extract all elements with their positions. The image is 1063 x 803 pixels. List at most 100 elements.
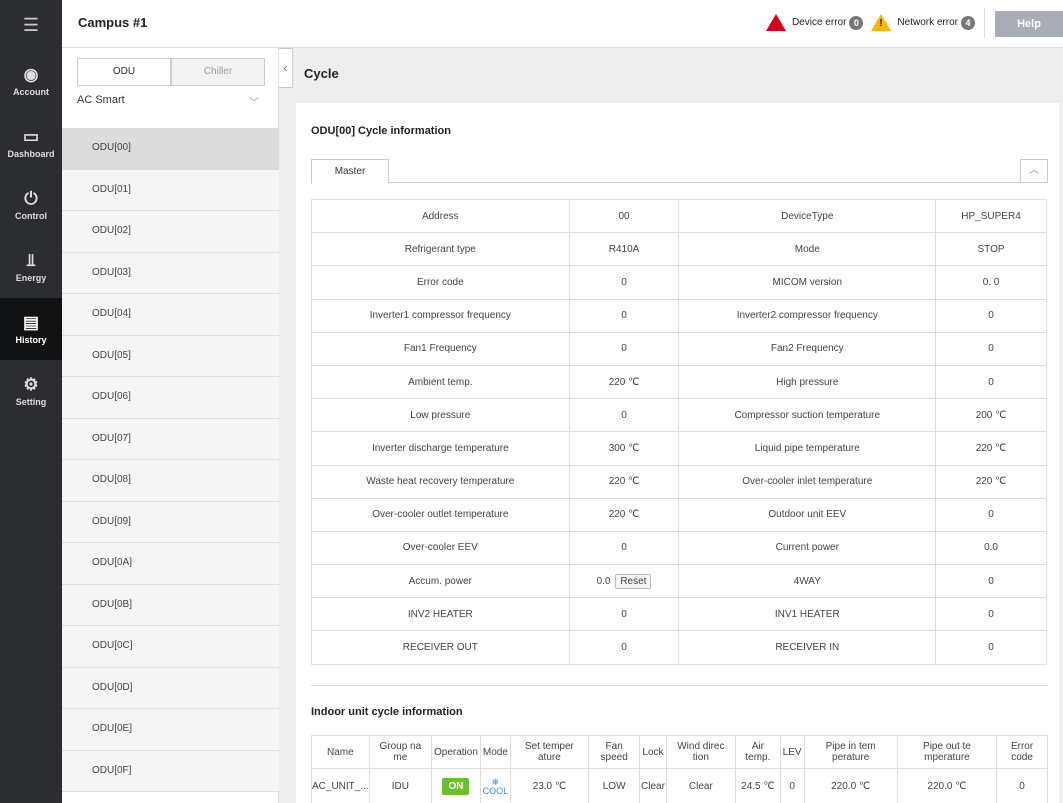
table-row[interactable]: AC_UNIT_... IDU ON ❄ COOL 23.0 ℃ LOW Cle… [311, 768, 1048, 803]
column-header[interactable]: Air temp. [735, 735, 781, 769]
nav-control[interactable]: ⏻ Control [0, 174, 62, 236]
nav-rail: ☰ ◉ Account ▭ Dashboard ⏻ Control ⫫ Ener… [0, 0, 62, 803]
control-icon: ⏻ [24, 189, 38, 208]
divider [984, 8, 985, 38]
list-item[interactable]: ODU[0C] [62, 626, 279, 668]
column-header[interactable]: Error code [996, 735, 1048, 769]
nav-history[interactable]: ▤ History [0, 298, 62, 360]
cell-value: 220 ℃ [935, 431, 1047, 466]
cell-mode: ❄ COOL [479, 768, 511, 803]
network-error-label[interactable]: Network error [897, 17, 958, 28]
table-row: Ambient temp. 220 ℃ High pressure 0 [311, 364, 1047, 400]
list-item[interactable]: ODU[09] [62, 501, 279, 543]
table-header-row: Name Group na me Operation Mode Set temp… [311, 735, 1048, 769]
cell-key: DeviceType [678, 198, 937, 234]
table-row: INV2 HEATER 0 INV1 HEATER 0 [311, 597, 1047, 632]
cell-key: Inverter discharge temperature [311, 431, 570, 466]
list-item[interactable]: ODU[07] [62, 418, 279, 460]
reset-button[interactable]: Reset [615, 573, 652, 589]
cell-value: 0 [935, 298, 1047, 333]
tab-odu[interactable]: ODU [77, 58, 171, 86]
list-item[interactable]: ODU[02] [62, 211, 279, 253]
column-header[interactable]: Name [311, 735, 370, 769]
cell-value: 300 ℃ [568, 431, 680, 466]
table-row: Over-cooler outlet temperature 220 ℃ Out… [311, 497, 1047, 532]
list-item[interactable]: ODU[08] [62, 460, 279, 502]
cell-air-temp: 24.5 ℃ [735, 768, 781, 803]
tab-master[interactable]: Master [311, 159, 389, 184]
table-row: Error code 0 MICOM version 0. 0 [311, 265, 1047, 300]
cell-key: Waste heat recovery temperature [311, 464, 570, 499]
indoor-section-title: Indoor unit cycle information [311, 706, 463, 718]
section-divider [311, 685, 1048, 686]
cell-fan-speed: LOW [587, 768, 641, 803]
nav-label: Control [15, 211, 47, 221]
collapse-up-icon[interactable]: ︿ [1020, 159, 1048, 183]
cell-name: AC_UNIT_... [311, 768, 370, 803]
account-icon: ◉ [23, 65, 39, 84]
nav-account[interactable]: ◉ Account [0, 50, 62, 112]
column-header[interactable]: Pipe out te mperature [896, 735, 998, 769]
energy-icon: ⫫ [26, 251, 36, 270]
network-error-icon [871, 14, 892, 31]
list-item[interactable]: ODU[03] [62, 252, 279, 294]
page-title: Cycle [304, 66, 339, 81]
nav-dashboard[interactable]: ▭ Dashboard [0, 112, 62, 174]
device-error-label[interactable]: Device error [792, 17, 846, 28]
network-error-count: 4 [961, 15, 975, 30]
cell-key: INV2 HEATER [311, 597, 570, 632]
nav-energy[interactable]: ⫫ Energy [0, 236, 62, 298]
list-item[interactable]: ODU[01] [62, 169, 279, 211]
cell-key: RECEIVER OUT [311, 630, 570, 665]
list-item[interactable]: ODU[0A] [62, 543, 279, 585]
help-button[interactable]: Help [995, 11, 1063, 37]
controller-select[interactable]: AC Smart ﹀ [77, 94, 265, 114]
device-error-count: 0 [849, 15, 864, 30]
list-item[interactable]: ODU[04] [62, 294, 279, 336]
list-item[interactable]: ODU[0F] [62, 750, 279, 792]
column-header[interactable]: Mode [479, 735, 511, 769]
column-header[interactable]: Group na me [368, 735, 432, 769]
table-row: Fan1 Frequency 0 Fan2 Frequency 0 [311, 331, 1047, 366]
controller-select-value: AC Smart [77, 94, 125, 106]
cell-lev: 0 [779, 768, 805, 803]
list-item[interactable]: ODU[00] [62, 128, 279, 170]
cell-key: Error code [311, 265, 570, 300]
column-header[interactable]: Operation [430, 735, 481, 769]
cell-key: INV1 HEATER [678, 597, 937, 632]
cell-value: 0 [568, 630, 680, 665]
list-item[interactable]: ODU[0E] [62, 709, 279, 751]
cell-key: 4WAY [678, 564, 937, 599]
cell-key: Outdoor unit EEV [678, 497, 937, 532]
cell-key: Refrigerant type [311, 232, 570, 267]
cell-key: Over-cooler inlet temperature [678, 464, 937, 499]
cell-key: Accum. power [311, 564, 570, 599]
tab-chiller[interactable]: Chiller [171, 58, 265, 86]
list-item[interactable]: ODU[06] [62, 377, 279, 419]
main-content: Cycle ODU[00] Cycle information Master ︿… [294, 48, 1063, 803]
list-item[interactable]: ODU[0B] [62, 584, 279, 626]
table-row: Low pressure 0 Compressor suction temper… [311, 398, 1047, 433]
cell-value: R410A [568, 232, 680, 267]
column-header[interactable]: Pipe in tem perature [803, 735, 898, 769]
column-header[interactable]: Set temper ature [509, 735, 589, 769]
column-header[interactable]: Wind direc tion [665, 735, 737, 769]
cell-operation: ON [430, 768, 481, 803]
collapse-panel-button[interactable]: ‹ [279, 48, 293, 88]
column-header[interactable]: Lock [639, 735, 667, 769]
list-item[interactable]: ODU[0D] [62, 667, 279, 709]
nav-setting[interactable]: ⚙ Setting [0, 360, 62, 422]
section-title: ODU[00] Cycle information [311, 125, 451, 137]
cell-value: 0 [568, 298, 680, 333]
cell-key: Over-cooler EEV [311, 530, 570, 566]
list-item[interactable]: ODU[05] [62, 335, 279, 377]
hamburger-menu-icon[interactable]: ☰ [0, 0, 62, 50]
error-status: Device error 0 Network error 4 [765, 14, 975, 31]
column-header[interactable]: LEV [779, 735, 805, 769]
cell-value: 0. 0 [935, 265, 1047, 300]
cell-key: MICOM version [678, 265, 937, 300]
indoor-unit-table: Name Group na me Operation Mode Set temp… [311, 735, 1048, 803]
cell-value: 0 [935, 364, 1047, 400]
column-header[interactable]: Fan speed [587, 735, 641, 769]
cell-value: 0 [935, 564, 1047, 599]
